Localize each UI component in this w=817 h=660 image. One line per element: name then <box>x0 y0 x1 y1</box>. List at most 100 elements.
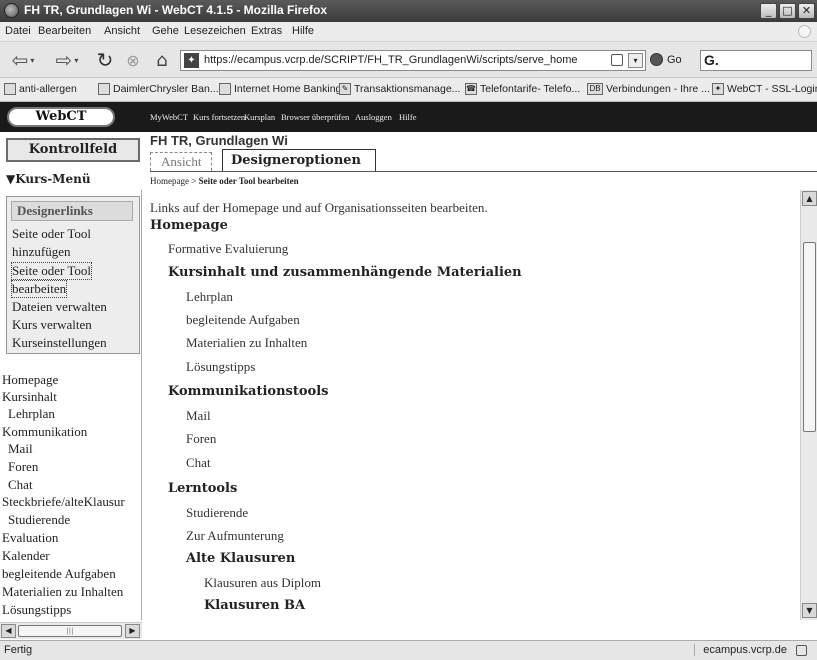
minimize-button[interactable]: _ <box>760 3 777 19</box>
forward-button[interactable]: ⇨ ▾ <box>48 48 86 72</box>
menu-lesezeichen[interactable]: Lesezeichen <box>184 25 246 37</box>
tab-divider <box>150 171 817 172</box>
list-item[interactable]: Foren <box>186 431 216 447</box>
list-item[interactable]: Chat <box>186 455 211 471</box>
address-bar[interactable]: ✦ https://ecampus.vcrp.de/SCRIPT/FH_TR_G… <box>180 50 646 71</box>
horizontal-scroll-thumb[interactable]: ||| <box>18 625 122 637</box>
kontrollfeld-button[interactable]: Kontrollfeld <box>6 138 140 162</box>
sidebar-item-kommunikation[interactable]: Kommunikation <box>2 424 87 440</box>
back-button[interactable]: ⇦ ▾ <box>4 48 42 72</box>
nav-kurs-fortsetzen[interactable]: Kurs fortsetzen <box>193 112 245 122</box>
course-title: FH TR, Grundlagen Wi <box>150 133 288 148</box>
bookmark-item[interactable]: DaimlerChrysler Ban... <box>98 83 219 95</box>
link-course-settings[interactable]: Kurseinstellungen <box>12 335 107 351</box>
horizontal-scrollbar[interactable]: ◀ ||| ▶ <box>0 622 142 639</box>
close-button[interactable]: ✕ <box>798 3 815 19</box>
scroll-up-icon[interactable]: ▲ <box>802 191 817 206</box>
sidebar-item-mail[interactable]: Mail <box>8 441 33 457</box>
kurs-menu-toggle[interactable]: ▼Kurs-Menü <box>6 172 91 186</box>
menu-datei[interactable]: Datei <box>5 25 31 37</box>
menu-ansicht[interactable]: Ansicht <box>104 25 140 37</box>
lock-icon <box>611 54 623 66</box>
list-item[interactable]: Lehrplan <box>186 289 233 305</box>
url-dropdown-icon[interactable]: ▾ <box>628 53 643 68</box>
sidebar-item-homepage[interactable]: Homepage <box>2 372 58 388</box>
pen-icon: ✎ <box>339 83 351 95</box>
section-heading[interactable]: Kursinhalt und zusammenhängende Material… <box>168 265 522 280</box>
breadcrumb: Homepage > Seite oder Tool bearbeiten <box>150 176 299 186</box>
sidebar-item-studierende[interactable]: Studierende <box>8 512 70 528</box>
window-title-bar: FH TR, Grundlagen Wi - WebCT 4.1.5 - Moz… <box>0 0 817 22</box>
bookmark-item[interactable]: anti-allergen <box>4 83 77 95</box>
sidebar-item-kursinhalt[interactable]: Kursinhalt <box>2 389 57 405</box>
search-input[interactable]: G. <box>700 50 812 71</box>
forward-arrow-icon: ⇨ <box>55 48 73 72</box>
maximize-button[interactable]: □ <box>779 3 796 19</box>
list-item[interactable]: Studierende <box>186 505 248 521</box>
scroll-left-icon[interactable]: ◀ <box>1 624 16 638</box>
section-heading[interactable]: Klausuren BA <box>204 598 305 613</box>
bookmark-label: WebCT - SSL-Login <box>727 83 817 95</box>
list-item[interactable]: begleitende Aufgaben <box>186 312 300 328</box>
sidebar-item-lehrplan[interactable]: Lehrplan <box>8 406 55 422</box>
sidebar-item-evaluation[interactable]: Evaluation <box>2 530 58 546</box>
lock-icon[interactable] <box>796 645 807 656</box>
bookmark-item[interactable]: DB Verbindungen - Ihre ... <box>587 83 710 95</box>
list-item[interactable]: Lösungstipps <box>186 359 255 375</box>
list-item[interactable]: Materialien zu Inhalten <box>186 335 307 351</box>
bookmark-item[interactable]: ✦ WebCT - SSL-Login <box>712 83 817 95</box>
menu-bearbeiten[interactable]: Bearbeiten <box>38 25 91 37</box>
bookmark-label: anti-allergen <box>19 83 77 95</box>
link-add-page-tool[interactable]: Seite oder Tool <box>12 226 91 242</box>
menu-hilfe[interactable]: Hilfe <box>292 25 314 37</box>
section-heading[interactable]: Lerntools <box>168 481 237 496</box>
nav-ausloggen[interactable]: Ausloggen <box>355 112 392 122</box>
section-heading[interactable]: Kommunikationstools <box>168 384 328 399</box>
webct-logo[interactable]: WebCT <box>7 107 115 127</box>
tab-designeroptionen[interactable]: Designeroptionen <box>222 149 377 171</box>
sidebar-item-kalender[interactable]: Kalender <box>2 548 50 564</box>
sidebar-item-foren[interactable]: Foren <box>8 459 38 475</box>
menu-extras[interactable]: Extras <box>251 25 282 37</box>
link-add-page-tool[interactable]: hinzufügen <box>12 244 70 260</box>
go-icon <box>650 53 663 66</box>
breadcrumb-home[interactable]: Homepage <box>150 176 189 186</box>
reload-icon: ↻ <box>96 48 114 72</box>
menu-bar: Datei Bearbeiten Ansicht Gehe Lesezeiche… <box>0 22 817 42</box>
reload-button[interactable]: ↻ <box>92 48 118 72</box>
bookmark-item[interactable]: ✎ Transaktionsmanage... <box>339 83 460 95</box>
bookmark-item[interactable]: Internet Home Banking <box>219 83 341 95</box>
url-text[interactable]: https://ecampus.vcrp.de/SCRIPT/FH_TR_Gru… <box>204 54 578 66</box>
home-button[interactable]: ⌂ <box>150 48 174 72</box>
list-item[interactable]: Klausuren aus Diplom <box>204 575 321 591</box>
sidebar-item-materialien[interactable]: Materialien zu Inhalten <box>2 584 123 600</box>
sidebar-item-chat[interactable]: Chat <box>8 477 33 493</box>
back-arrow-icon: ⇦ <box>11 48 29 72</box>
list-item[interactable]: Formative Evaluierung <box>168 241 288 257</box>
link-edit-page-tool[interactable]: Seite oder Tool <box>10 262 93 280</box>
list-item[interactable]: Mail <box>186 408 211 424</box>
nav-hilfe[interactable]: Hilfe <box>399 112 416 122</box>
go-button[interactable]: Go <box>650 53 682 66</box>
sidebar-item-begleitende-aufgaben[interactable]: begleitende Aufgaben <box>2 566 116 582</box>
link-manage-files[interactable]: Dateien verwalten <box>12 299 107 315</box>
nav-browser-pruefen[interactable]: Browser überprüfen <box>281 112 349 122</box>
menu-gehe[interactable]: Gehe <box>152 25 179 37</box>
nav-kursplan[interactable]: Kursplan <box>244 112 275 122</box>
link-edit-page-tool[interactable]: bearbeiten <box>10 280 68 298</box>
section-homepage[interactable]: Homepage <box>150 218 228 233</box>
bookmark-label: Verbindungen - Ihre ... <box>606 83 710 95</box>
bookmark-item[interactable]: ☎ Telefontarife- Telefo... <box>465 83 580 95</box>
scroll-down-icon[interactable]: ▼ <box>802 603 817 618</box>
scroll-right-icon[interactable]: ▶ <box>125 624 140 638</box>
stop-button[interactable]: ⊗ <box>122 48 144 72</box>
link-manage-course[interactable]: Kurs verwalten <box>12 317 92 333</box>
vertical-scroll-thumb[interactable] <box>803 242 816 432</box>
nav-mywebct[interactable]: MyWebCT <box>150 112 188 122</box>
tab-ansicht[interactable]: Ansicht <box>150 152 213 171</box>
sidebar-item-loesungstipps[interactable]: Lösungstipps <box>2 602 71 618</box>
sidebar-item-steckbriefe[interactable]: Steckbriefe/alteKlausur <box>2 494 125 510</box>
list-item[interactable]: Zur Aufmunterung <box>186 528 284 544</box>
section-heading[interactable]: Alte Klausuren <box>186 551 295 566</box>
vertical-scrollbar[interactable]: ▲ ▼ <box>800 190 817 620</box>
